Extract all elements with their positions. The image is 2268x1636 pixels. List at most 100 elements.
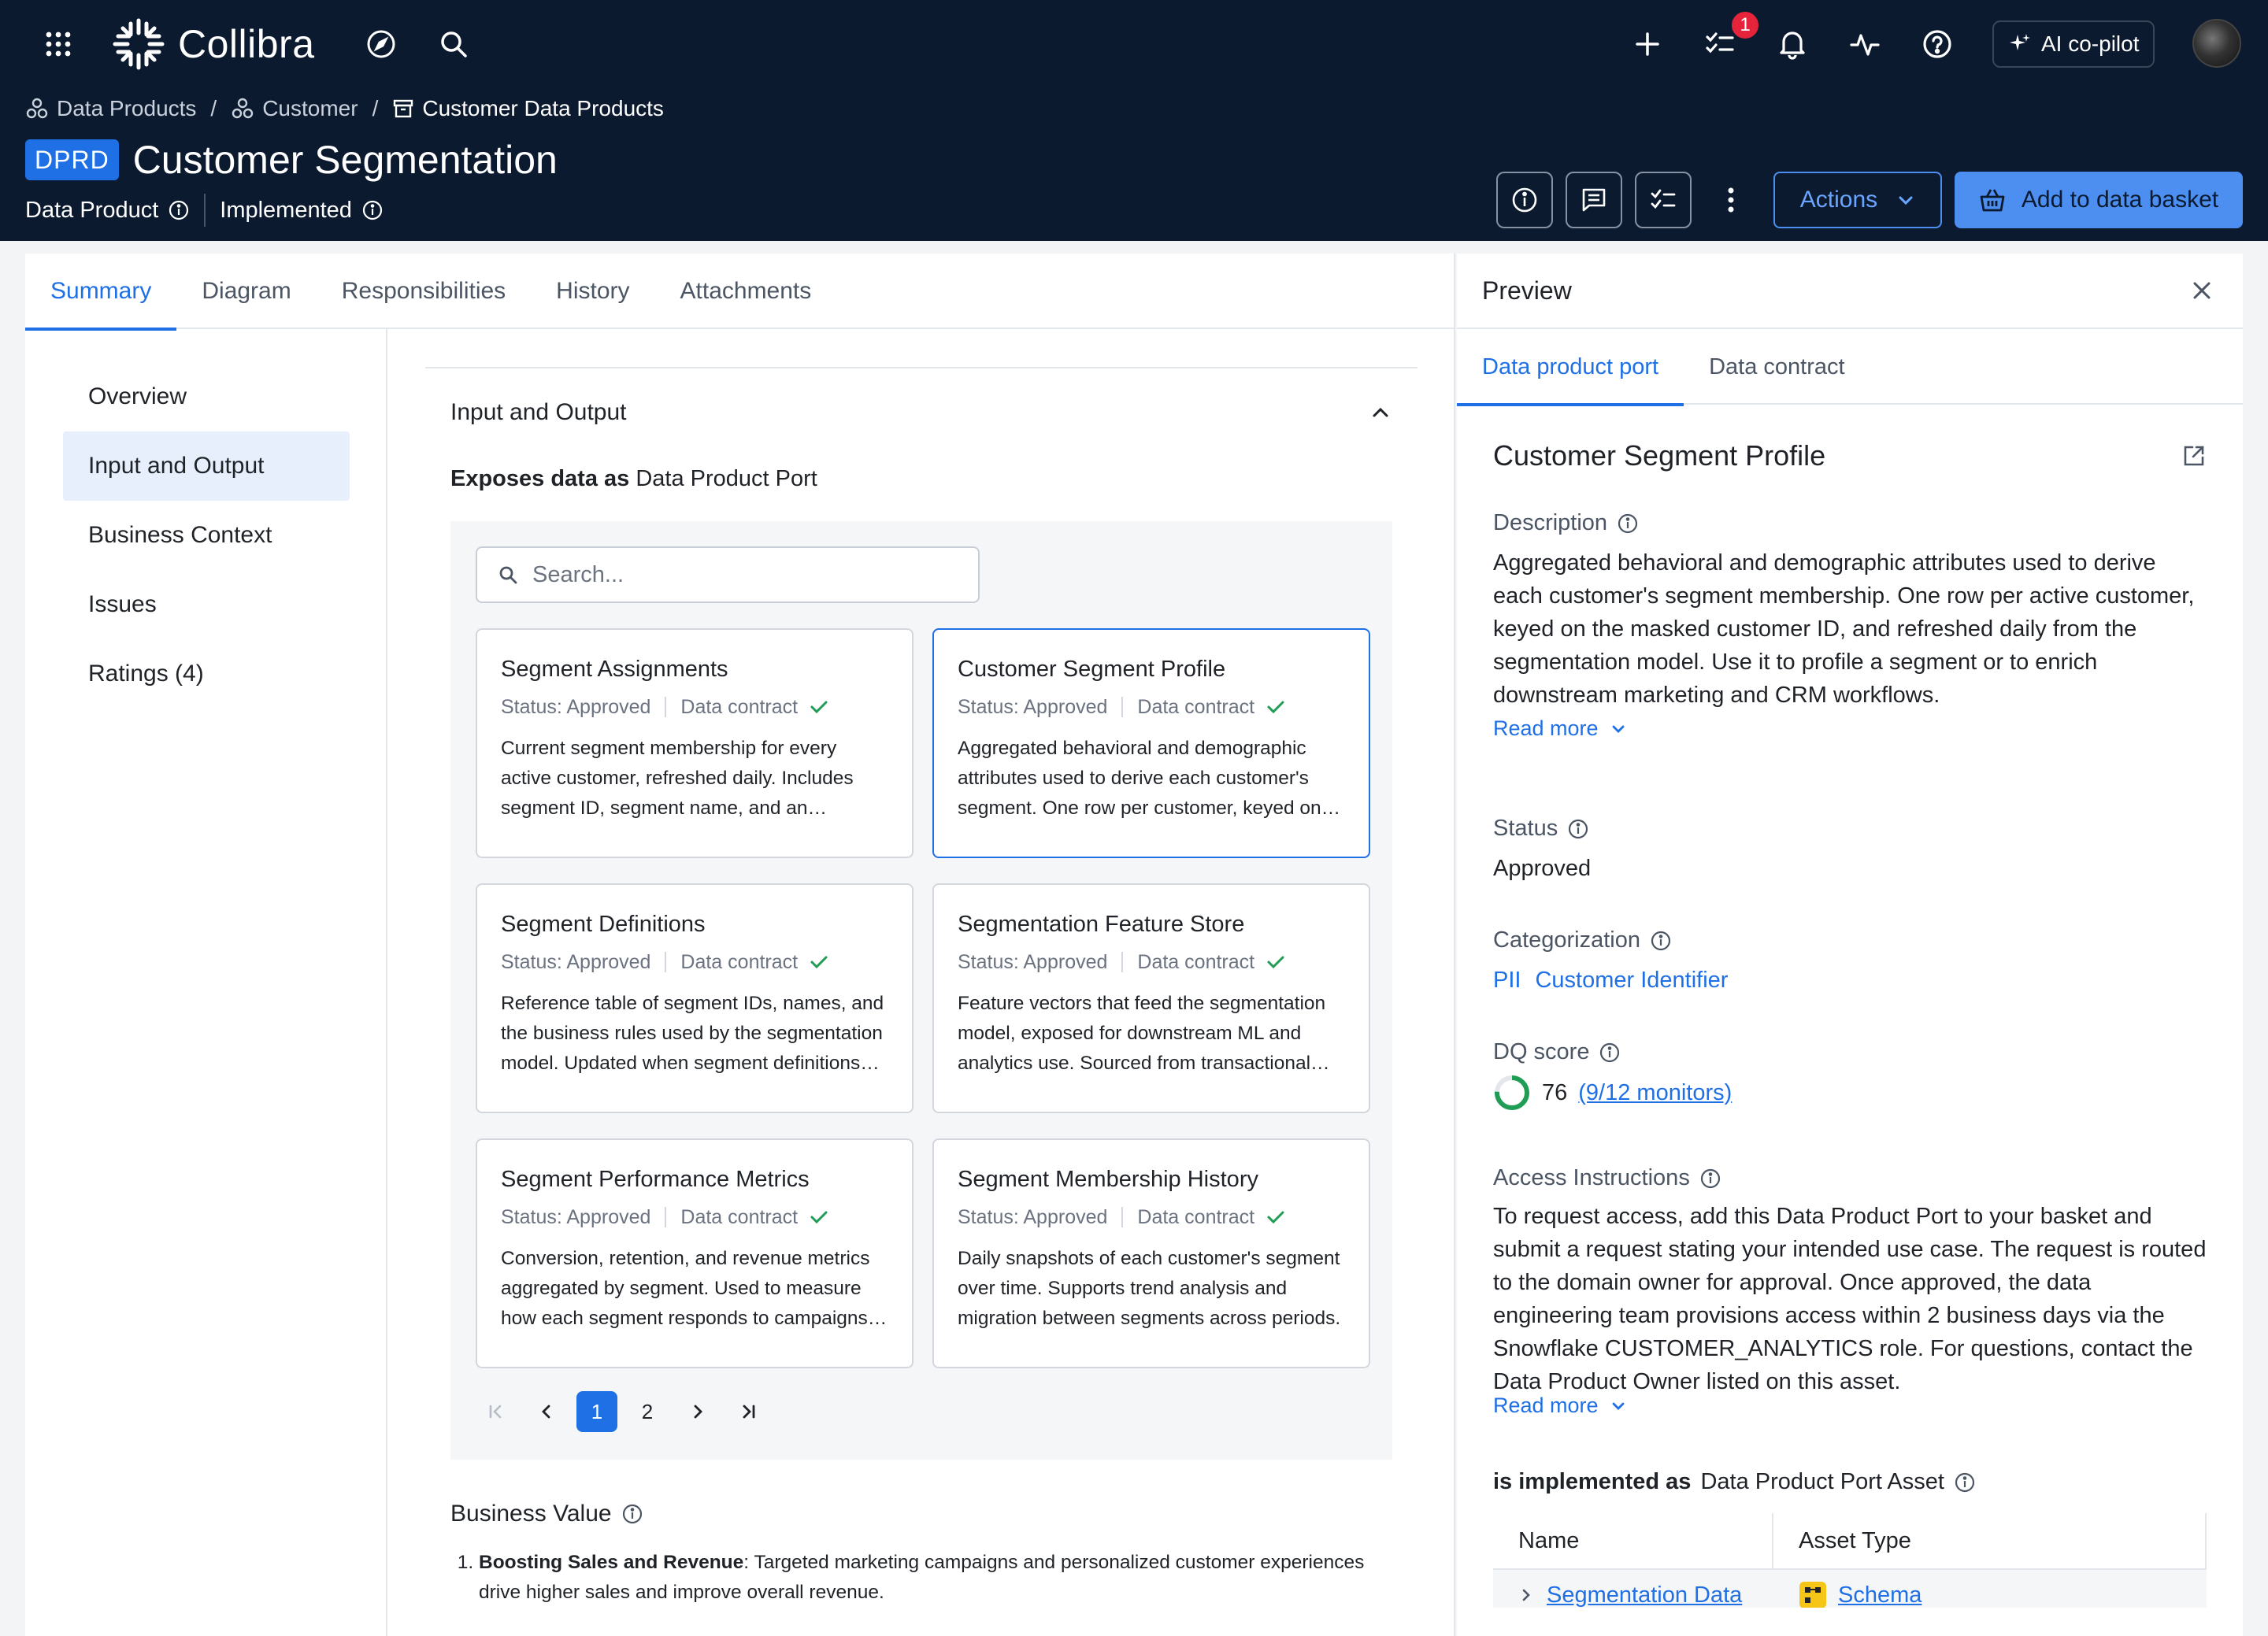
port-card-description: Daily snapshots of each customer's segme…: [958, 1248, 1341, 1329]
actions-button[interactable]: Actions: [1773, 172, 1942, 228]
asset-title-row: DPRD Customer Segmentation: [25, 135, 558, 184]
tab-responsibilities[interactable]: Responsibilities: [317, 254, 531, 329]
tab-diagram[interactable]: Diagram: [176, 254, 316, 329]
next-page-icon[interactable]: [677, 1391, 718, 1432]
column-header-asset-type[interactable]: Asset Type: [1773, 1513, 2207, 1568]
asset-link[interactable]: Segmentation Data: [1547, 1582, 1742, 1608]
comments-button[interactable]: [1566, 172, 1622, 228]
brand-logo[interactable]: Collibra: [112, 17, 315, 71]
user-avatar[interactable]: [2192, 19, 2241, 68]
port-card-meta: Status: Approved Data contract: [501, 694, 888, 720]
port-list: Segment Assignments Status: Approved Dat…: [450, 521, 1392, 1460]
breadcrumb-customer-data-products[interactable]: Customer Data Products: [392, 96, 664, 121]
breadcrumb-label: Data Products: [57, 96, 197, 120]
port-contract: Data contract: [1137, 1205, 1255, 1228]
asset-type-label: Data Product: [25, 197, 159, 223]
close-icon[interactable]: [2186, 275, 2218, 306]
read-more-description[interactable]: Read more: [1493, 716, 1627, 741]
last-page-icon[interactable]: [728, 1391, 769, 1432]
open-external-icon[interactable]: [2181, 443, 2207, 468]
page-button-1[interactable]: 1: [576, 1391, 617, 1432]
app-grid-icon[interactable]: [44, 30, 72, 58]
status-value: Approved: [1493, 856, 1592, 881]
tab-summary[interactable]: Summary: [25, 254, 177, 331]
port-card-description: Feature vectors that feed the segmentati…: [958, 993, 1326, 1074]
dq-monitors-link[interactable]: (9/12 monitors): [1578, 1080, 1732, 1106]
info-icon[interactable]: [1699, 1168, 1721, 1190]
port-contract: Data contract: [1137, 950, 1255, 973]
sidenav-item-business-context[interactable]: Business Context: [63, 501, 350, 570]
brand-name: Collibra: [178, 22, 315, 66]
category-link-customer-identifier[interactable]: Customer Identifier: [1535, 964, 1728, 997]
status-label-text: Status: [1493, 816, 1558, 841]
breadcrumb-separator: /: [372, 96, 379, 120]
chevron-up-icon[interactable]: [1369, 401, 1392, 424]
info-icon[interactable]: [1650, 930, 1672, 952]
chevron-right-icon[interactable]: [1518, 1587, 1534, 1603]
port-card-description: Conversion, retention, and revenue metri…: [501, 1248, 870, 1329]
info-icon[interactable]: [1617, 513, 1639, 535]
tasks-button[interactable]: [1635, 172, 1692, 228]
column-header-name[interactable]: Name: [1493, 1513, 1773, 1568]
add-icon[interactable]: [1632, 28, 1663, 60]
port-card[interactable]: Segment Membership History Status: Appro…: [932, 1138, 1370, 1368]
breadcrumb-customer[interactable]: Customer: [231, 96, 358, 121]
sidenav-item-ratings[interactable]: Ratings (4): [63, 639, 350, 709]
collibra-logo-icon: [113, 18, 165, 70]
search-input[interactable]: [532, 561, 958, 588]
status-label: Status: [1493, 816, 1589, 842]
breadcrumb-data-products[interactable]: Data Products: [25, 96, 196, 121]
section-header[interactable]: Input and Output: [450, 384, 1392, 441]
basket-label: Add to data basket: [2021, 187, 2219, 213]
compass-icon[interactable]: [365, 28, 397, 60]
info-icon[interactable]: [1567, 818, 1589, 840]
page-button-2[interactable]: 2: [627, 1391, 668, 1432]
sidenav-item-input-output[interactable]: Input and Output: [63, 431, 350, 501]
port-card[interactable]: Segment Assignments Status: Approved Dat…: [476, 628, 914, 858]
implemented-prefix: is implemented as: [1493, 1469, 1692, 1494]
first-page-icon: [476, 1391, 517, 1432]
more-options-icon[interactable]: [1717, 180, 1745, 220]
previous-page-icon[interactable]: [526, 1391, 567, 1432]
asset-type: Data Product: [25, 198, 190, 224]
ai-copilot-button[interactable]: AI co-pilot: [1992, 20, 2155, 68]
comment-icon: [1582, 188, 1606, 212]
info-icon[interactable]: [168, 199, 190, 221]
asset-tabs: Summary Diagram Responsibilities History…: [25, 254, 1454, 331]
add-to-data-basket-button[interactable]: Add to data basket: [1955, 172, 2243, 228]
asset-status-label: Implemented: [220, 197, 352, 223]
info-icon[interactable]: [1599, 1042, 1621, 1064]
tab-data-contract[interactable]: Data contract: [1684, 329, 1870, 405]
info-button[interactable]: [1496, 172, 1553, 228]
info-icon[interactable]: [361, 199, 384, 221]
tab-attachments[interactable]: Attachments: [655, 254, 837, 329]
sidenav-item-overview[interactable]: Overview: [63, 362, 350, 431]
preview-header: Preview: [1457, 254, 2243, 329]
category-link-pii[interactable]: PII: [1493, 964, 1521, 997]
port-card[interactable]: Segmentation Feature Store Status: Appro…: [932, 883, 1370, 1113]
info-icon[interactable]: [1954, 1471, 1976, 1493]
bell-icon[interactable]: [1777, 28, 1808, 60]
port-card[interactable]: Segment Definitions Status: Approved Dat…: [476, 883, 914, 1113]
sidenav-item-issues[interactable]: Issues: [63, 570, 350, 639]
schema-icon: [1799, 1582, 1826, 1608]
asset-type-link[interactable]: Schema: [1838, 1582, 1922, 1608]
breadcrumb-label: Customer: [262, 96, 358, 120]
port-card[interactable]: Segment Performance Metrics Status: Appr…: [476, 1138, 914, 1368]
check-icon: [810, 1211, 828, 1224]
port-contract: Data contract: [680, 1205, 799, 1228]
activity-icon[interactable]: [1849, 28, 1881, 60]
tab-history[interactable]: History: [531, 254, 654, 329]
info-icon[interactable]: [621, 1503, 643, 1525]
port-card-meta: Status: Approved Data contract: [958, 949, 1345, 975]
implemented-type: Data Product Port Asset: [1700, 1469, 1944, 1494]
read-more-label: Read more: [1493, 1394, 1599, 1417]
search-icon[interactable]: [438, 28, 469, 60]
search-icon: [499, 566, 517, 584]
port-status: Status: Approved: [958, 1205, 1108, 1228]
help-icon[interactable]: [1922, 28, 1953, 60]
read-more-access[interactable]: Read more: [1493, 1394, 1627, 1418]
description-label-text: Description: [1493, 510, 1608, 535]
tab-data-product-port[interactable]: Data product port: [1457, 329, 1684, 406]
port-card-selected[interactable]: Customer Segment Profile Status: Approve…: [932, 628, 1370, 858]
